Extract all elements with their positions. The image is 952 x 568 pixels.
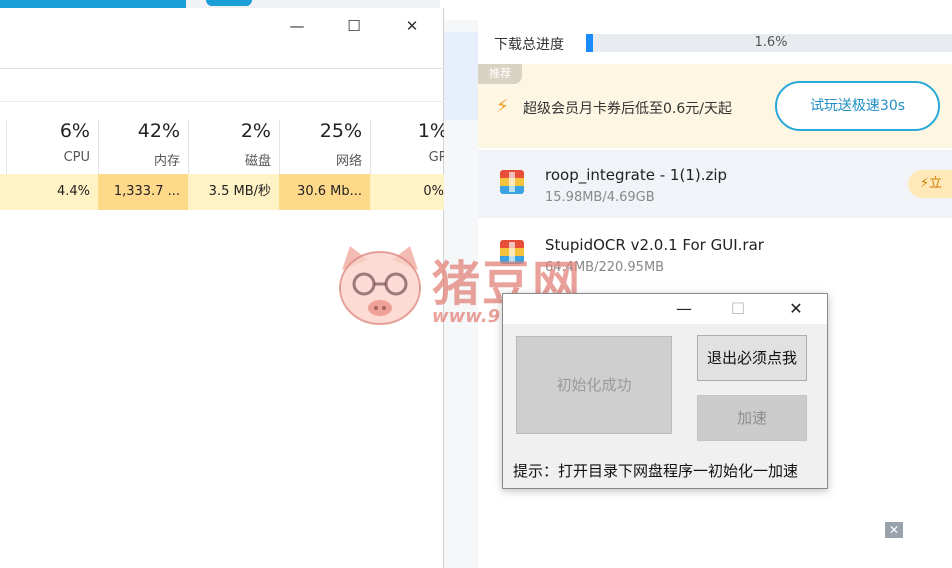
trial-speed-button[interactable]: 试玩送极速30s <box>775 81 940 131</box>
total-progress-bar: 1.6% <box>586 34 952 52</box>
disk-label: 磁盘 <box>244 154 271 169</box>
column-header-network[interactable]: 25% 网络 <box>279 120 370 174</box>
cpu-cell: 4.4% <box>56 184 90 199</box>
network-cell: 30.6 Mb... <box>279 174 370 210</box>
top-app-strip <box>0 0 186 8</box>
column-header-memory[interactable]: 42% 内存 <box>98 120 188 174</box>
archive-icon <box>500 170 524 194</box>
memory-cell: 1,333.7 ... <box>98 174 188 210</box>
lightning-icon: ⚡ <box>496 96 509 117</box>
disk-percent: 2% <box>240 120 271 142</box>
cpu-label: CPU <box>63 150 90 165</box>
network-label: 网络 <box>335 154 362 169</box>
promo-tag: 推荐 <box>478 64 522 84</box>
promo-text: 超级会员月卡券后低至0.6元/天起 <box>523 101 732 117</box>
file-row[interactable]: roop_integrate - 1(1).zip 15.98MB/4.69GB… <box>478 150 952 218</box>
divider <box>0 101 444 102</box>
gpu-cell: 0% <box>423 184 444 199</box>
network-percent: 25% <box>319 120 362 142</box>
dialog-close-button[interactable]: ✕ <box>773 294 819 324</box>
exit-button[interactable]: 退出必须点我 <box>697 335 807 381</box>
init-status-button: 初始化成功 <box>516 336 672 434</box>
total-progress-label: 下载总进度 <box>494 37 564 53</box>
memory-label: 内存 <box>153 154 180 169</box>
total-progress-row: 下载总进度 1.6% <box>478 24 952 64</box>
rail-highlight <box>440 32 478 120</box>
dialog-maximize-button: ☐ <box>730 299 746 318</box>
speed-up-button[interactable]: ⚡立 <box>908 170 952 198</box>
promo-banner: 推荐 ⚡ 超级会员月卡券后低至0.6元/天起 试玩送极速30s <box>478 64 952 148</box>
top-app-tab <box>206 0 252 6</box>
desktop: 下载总进度 1.6% 推荐 ⚡ 超级会员月卡券后低至0.6元/天起 试玩送极速3… <box>0 0 952 568</box>
dialog-title-bar: — ☐ ✕ <box>503 294 827 324</box>
total-progress-percent: 1.6% <box>754 35 788 50</box>
table-row[interactable]: 4.4% 1,333.7 ... 3.5 MB/秒 30.6 Mb... 0% <box>0 174 444 210</box>
close-icon[interactable]: ✕ <box>885 522 903 538</box>
column-header-cpu[interactable]: 6% CPU <box>6 120 98 174</box>
minimize-button[interactable]: — <box>277 12 317 40</box>
hint-text: 提示：打开目录下网盘程序一初始化一加速 <box>513 462 799 480</box>
accelerator-dialog: — ☐ ✕ 初始化成功 退出必须点我 加速 提示：打开目录下网盘程序一初始化一加… <box>502 293 828 489</box>
maximize-button[interactable]: ☐ <box>334 12 374 40</box>
column-header-disk[interactable]: 2% 磁盘 <box>188 120 279 174</box>
gpu-label: GPU <box>428 150 444 165</box>
gpu-percent: 1% <box>417 120 444 142</box>
speed-button: 加速 <box>697 395 807 441</box>
file-size: 15.98MB/4.69GB <box>545 190 655 205</box>
dialog-minimize-button[interactable]: — <box>661 294 707 324</box>
pig-logo-icon <box>339 246 421 325</box>
cpu-percent: 6% <box>59 120 90 142</box>
title-bar: — ☐ ✕ <box>0 8 444 44</box>
column-header-gpu[interactable]: 1% GPU <box>370 120 444 174</box>
speed-up-label: 立 <box>929 176 943 191</box>
memory-percent: 42% <box>137 120 180 142</box>
disk-cell: 3.5 MB/秒 <box>208 184 271 199</box>
file-name: roop_integrate - 1(1).zip <box>545 166 728 184</box>
divider <box>0 68 444 69</box>
close-button[interactable]: ✕ <box>392 12 432 40</box>
